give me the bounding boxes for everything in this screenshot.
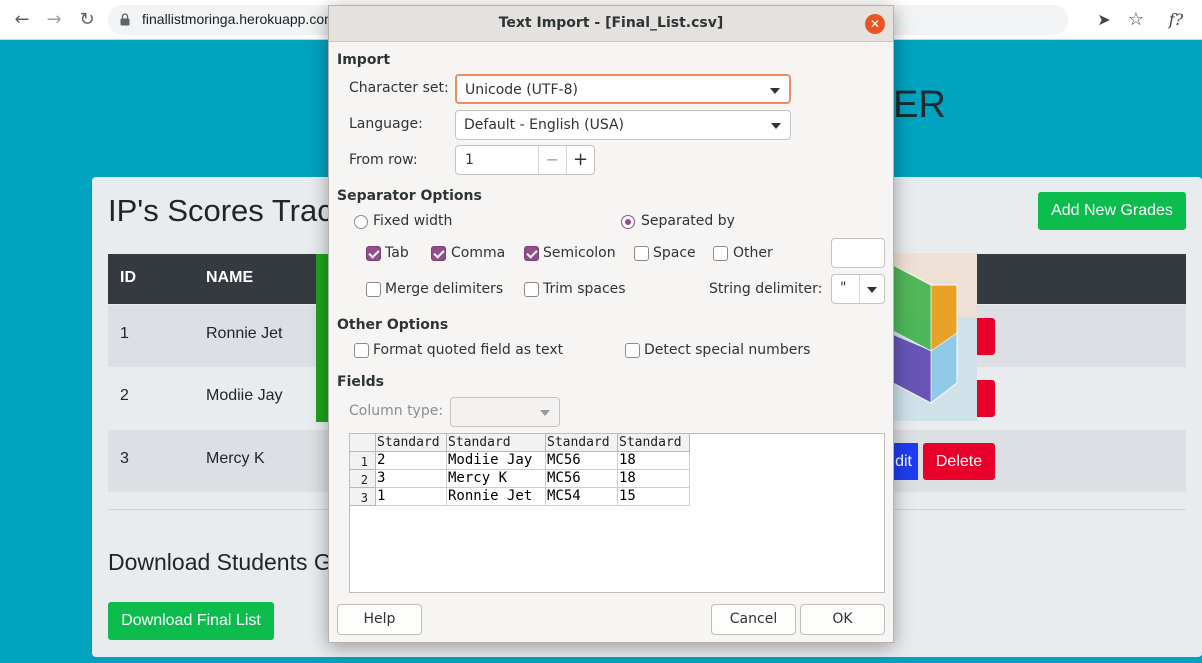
preview-cell: MC56: [546, 452, 618, 470]
preview-cell: Modiie Jay: [447, 452, 546, 470]
semicolon-label[interactable]: Semicolon: [543, 245, 616, 261]
delete-button[interactable]: Delete: [923, 443, 995, 480]
column-header[interactable]: Standard: [618, 434, 690, 452]
other-options-section-heading: Other Options: [337, 317, 449, 333]
fixed-width-radio[interactable]: [354, 215, 368, 229]
string-delimiter-combo[interactable]: ": [831, 274, 885, 304]
close-icon[interactable]: ✕: [865, 14, 885, 34]
column-type-dropdown: [450, 397, 560, 427]
row-number: 3: [350, 488, 376, 506]
other-separator-input[interactable]: [831, 238, 885, 268]
card-title: IP's Scores Trac: [108, 193, 333, 228]
column-header[interactable]: Standard: [546, 434, 618, 452]
text-import-dialog: Text Import - [Final_List.csv] ✕ Import …: [328, 5, 894, 643]
fixed-width-label[interactable]: Fixed width: [373, 213, 452, 229]
fields-section-heading: Fields: [337, 374, 385, 390]
page-heading: ER: [893, 84, 946, 126]
format-quoted-checkbox[interactable]: [354, 343, 369, 358]
separated-by-radio[interactable]: [621, 215, 635, 229]
charset-value: Unicode (UTF-8): [465, 82, 578, 98]
back-icon[interactable]: ←: [11, 9, 33, 31]
language-value: Default - English (USA): [464, 117, 625, 133]
merge-delimiters-label[interactable]: Merge delimiters: [385, 281, 503, 297]
download-final-list-button[interactable]: Download Final List: [108, 602, 274, 640]
decrement-button[interactable]: −: [538, 146, 566, 174]
space-label[interactable]: Space: [653, 245, 696, 261]
tab-checkbox[interactable]: [366, 246, 381, 261]
row-number: 2: [350, 470, 376, 488]
preview-cell: 15: [618, 488, 690, 506]
preview-cell: 3: [376, 470, 447, 488]
separated-by-label[interactable]: Separated by: [641, 213, 735, 229]
lock-icon: [120, 13, 130, 26]
preview-cell: MC54: [546, 488, 618, 506]
send-icon[interactable]: ➤: [1093, 9, 1115, 31]
row-name: Mercy K: [206, 450, 265, 467]
trim-spaces-checkbox[interactable]: [524, 282, 539, 297]
string-delimiter-label: String delimiter:: [709, 281, 823, 297]
help-button[interactable]: Help: [337, 604, 422, 635]
merge-delimiters-checkbox[interactable]: [366, 282, 381, 297]
dialog-title: Text Import - [Final_List.csv]: [498, 15, 724, 31]
add-new-grades-button[interactable]: Add New Grades: [1038, 192, 1186, 230]
column-type-label: Column type:: [349, 403, 444, 419]
preview-cell: 1: [376, 488, 447, 506]
chevron-down-icon[interactable]: [867, 287, 877, 293]
row-number: 1: [350, 452, 376, 470]
chevron-down-icon: [770, 88, 780, 94]
cube-illustration: [893, 253, 977, 421]
other-label[interactable]: Other: [733, 245, 773, 261]
column-header[interactable]: Standard: [376, 434, 447, 452]
data-preview-grid[interactable]: Standard Standard Standard Standard 1 2 …: [349, 433, 885, 593]
language-dropdown[interactable]: Default - English (USA): [455, 110, 791, 140]
preview-cell: 18: [618, 470, 690, 488]
bookmark-star-icon[interactable]: ☆: [1125, 9, 1147, 31]
row-name: Modiie Jay: [206, 387, 283, 404]
forward-icon[interactable]: →: [43, 9, 65, 31]
format-quoted-label[interactable]: Format quoted field as text: [373, 342, 563, 358]
charset-label: Character set:: [349, 80, 449, 96]
separator-section-heading: Separator Options: [337, 188, 482, 204]
import-section-heading: Import: [337, 52, 391, 68]
from-row-value[interactable]: 1: [465, 152, 474, 168]
dialog-titlebar[interactable]: Text Import - [Final_List.csv] ✕: [329, 6, 893, 42]
preview-cell: 2: [376, 452, 447, 470]
chevron-down-icon: [771, 123, 781, 129]
row-name: Ronnie Jet: [206, 325, 283, 342]
download-heading: Download Students G: [108, 549, 332, 575]
column-header-id: ID: [120, 269, 136, 286]
charset-dropdown[interactable]: Unicode (UTF-8): [455, 74, 791, 104]
url-text: finallistmoringa.herokuapp.com: [142, 11, 336, 27]
ok-button[interactable]: OK: [800, 604, 885, 635]
from-row-stepper[interactable]: 1 − +: [455, 145, 595, 175]
from-row-label: From row:: [349, 152, 418, 168]
preview-cell: Mercy K: [447, 470, 546, 488]
semicolon-checkbox[interactable]: [524, 246, 539, 261]
column-header[interactable]: Standard: [447, 434, 546, 452]
space-checkbox[interactable]: [634, 246, 649, 261]
increment-button[interactable]: +: [566, 146, 594, 174]
row-id: 1: [120, 325, 129, 342]
language-label: Language:: [349, 116, 423, 132]
preview-cell: 18: [618, 452, 690, 470]
detect-special-numbers-label[interactable]: Detect special numbers: [644, 342, 810, 358]
extension-icon[interactable]: f?: [1165, 9, 1187, 31]
cancel-button[interactable]: Cancel: [711, 604, 796, 635]
preview-corner: [350, 434, 376, 452]
string-delimiter-value[interactable]: ": [840, 280, 846, 296]
comma-label[interactable]: Comma: [451, 245, 505, 261]
preview-cell: Ronnie Jet: [447, 488, 546, 506]
preview-cell: MC56: [546, 470, 618, 488]
trim-spaces-label[interactable]: Trim spaces: [543, 281, 626, 297]
detect-special-numbers-checkbox[interactable]: [625, 343, 640, 358]
green-accent-bar: [316, 254, 328, 422]
column-header-name: NAME: [206, 269, 254, 286]
other-checkbox[interactable]: [713, 246, 728, 261]
chevron-down-icon: [540, 410, 550, 416]
reload-icon[interactable]: ↻: [76, 9, 98, 31]
tab-label[interactable]: Tab: [385, 245, 409, 261]
comma-checkbox[interactable]: [431, 246, 446, 261]
row-id: 2: [120, 387, 129, 404]
row-id: 3: [120, 450, 129, 467]
